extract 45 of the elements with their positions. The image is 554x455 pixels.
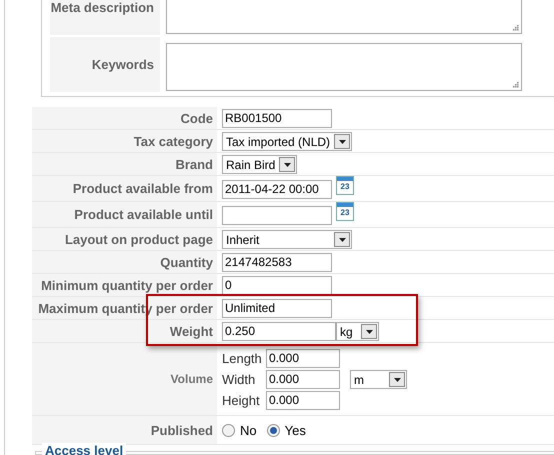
field-label: Product available from — [32, 176, 217, 201]
date-field[interactable] — [222, 206, 332, 224]
field-label: Brand — [32, 153, 217, 175]
field-label: Product available until — [32, 202, 217, 227]
field-label: Layout on product page — [32, 228, 217, 250]
caret-icon — [284, 162, 291, 166]
text-field[interactable]: 0.000 — [266, 370, 340, 389]
caret-icon — [366, 330, 372, 334]
resize-grip-icon — [512, 81, 519, 88]
field-label: Weight — [32, 320, 217, 342]
dimension-label: Length — [222, 351, 262, 366]
text-field[interactable]: 0 — [222, 276, 332, 295]
text-field[interactable]: 0.000 — [266, 391, 340, 410]
text-field[interactable]: RB001500 — [222, 109, 332, 128]
dropdown[interactable]: Inherit — [222, 230, 352, 249]
textarea-field[interactable] — [166, 43, 522, 91]
caret-icon — [394, 378, 400, 382]
dimension-label: Height — [222, 393, 261, 408]
radio-option[interactable]: No — [222, 423, 257, 438]
field-label: Meta description — [50, 0, 160, 35]
date-field[interactable]: 2011-04-22 00:00 — [222, 180, 332, 198]
field-label: Code — [32, 107, 217, 129]
radio-option[interactable]: Yes — [266, 423, 306, 438]
dropdown[interactable]: kg — [336, 322, 379, 341]
field-label: Volume — [32, 343, 217, 415]
dropdown[interactable]: Rain Bird — [222, 155, 298, 174]
field-label: Minimum quantity per order — [32, 274, 217, 296]
caret-icon — [338, 238, 346, 242]
dropdown[interactable]: m — [350, 370, 407, 389]
dropdown[interactable]: Tax imported (NLD) — [222, 132, 352, 151]
text-field[interactable]: 0.250 — [222, 322, 336, 341]
calendar-icon[interactable]: 23 — [336, 176, 354, 194]
text-field[interactable]: 2147482583 — [222, 253, 332, 272]
dimension-label: Width — [222, 372, 256, 387]
field-label: Quantity — [32, 251, 217, 273]
calendar-icon[interactable]: 23 — [336, 202, 354, 220]
field-label: Published — [32, 416, 217, 444]
textarea-field[interactable] — [166, 0, 522, 34]
resize-grip-icon — [512, 24, 519, 31]
section-title: Access level — [42, 443, 126, 455]
field-label: Tax category — [32, 130, 217, 152]
caret-icon — [338, 140, 346, 144]
field-label: Keywords — [50, 37, 160, 92]
text-field[interactable]: Unlimited — [222, 299, 332, 318]
text-field[interactable]: 0.000 — [266, 349, 340, 368]
